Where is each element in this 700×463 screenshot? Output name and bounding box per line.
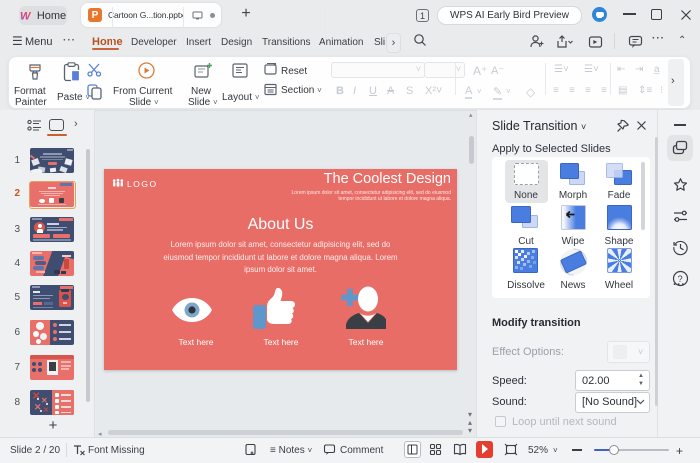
svg-text:W: W xyxy=(20,11,32,22)
